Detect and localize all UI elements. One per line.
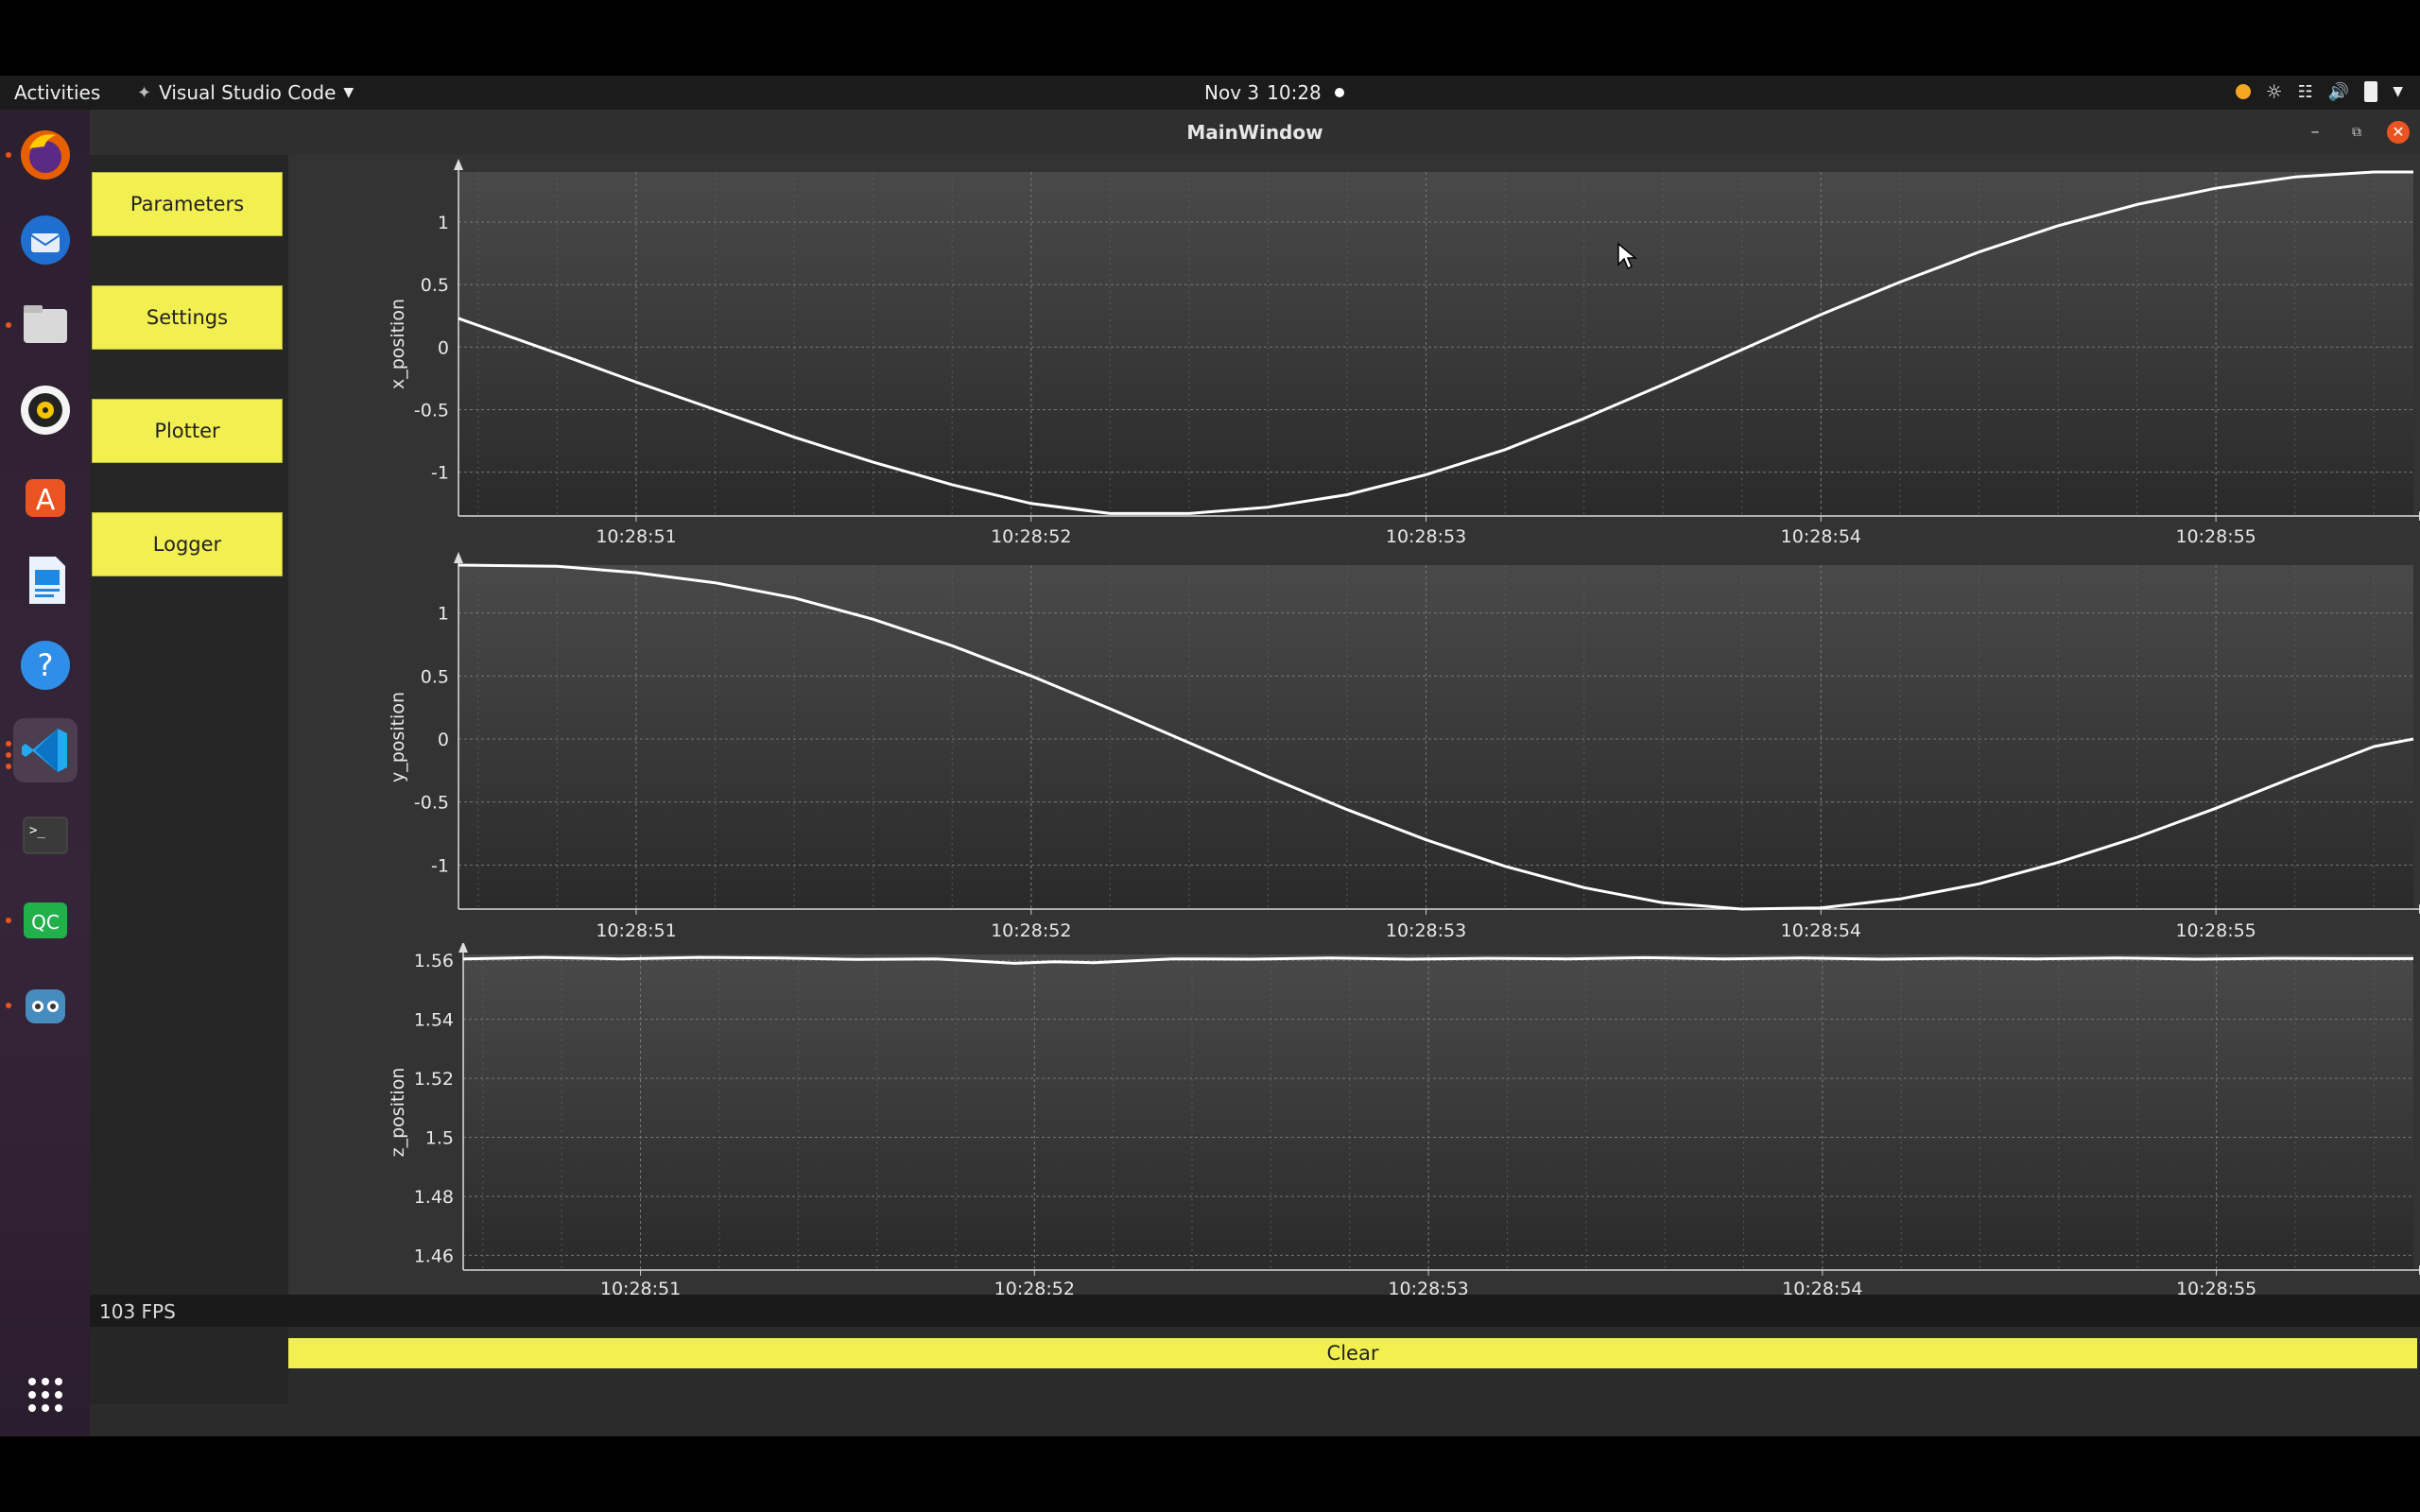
plotter-button[interactable]: Plotter bbox=[92, 399, 283, 463]
files-running-indicator bbox=[6, 322, 11, 328]
y-position-chart[interactable]: 10:28:51 10:28:52 10:28:53 10:28:54 10:28:55… bbox=[288, 548, 2420, 943]
godot-icon[interactable] bbox=[13, 973, 78, 1038]
y-tick-label: 1.5 bbox=[425, 1128, 454, 1149]
system-tray[interactable]: ☼ ☷ 🔊 ▼ bbox=[2235, 80, 2403, 103]
qc-icon[interactable]: QC bbox=[13, 888, 78, 953]
y-axis-label: y_position bbox=[388, 692, 408, 782]
maximize-icon[interactable]: ⧉ bbox=[2345, 121, 2368, 144]
minimize-icon[interactable]: – bbox=[2304, 121, 2326, 144]
x-tick-label: 10:28:52 bbox=[991, 920, 1071, 941]
main-window: MainWindow – ⧉ ✕ Parameters Settings Plo… bbox=[90, 110, 2420, 1436]
thunderbird-icon[interactable] bbox=[13, 208, 78, 272]
vscode-running-indicator-3 bbox=[6, 764, 11, 769]
terminal-icon[interactable]: >_ bbox=[13, 803, 78, 868]
parameters-button[interactable]: Parameters bbox=[92, 172, 283, 236]
y-tick-label: 1.56 bbox=[414, 951, 454, 971]
vscode-icon[interactable] bbox=[13, 718, 78, 782]
chevron-down-icon: ▼ bbox=[343, 85, 354, 100]
side-panel: Parameters Settings Plotter Logger bbox=[90, 155, 288, 1404]
top-bar: Activities ✦ Visual Studio Code ▼ Nov 3 … bbox=[0, 76, 2420, 110]
y-tick-label: 1 bbox=[438, 604, 449, 625]
status-bar: 103 FPS bbox=[90, 1295, 2420, 1327]
brightness-icon[interactable]: ☼ bbox=[2266, 80, 2283, 103]
x-position-chart[interactable]: 10:28:51 10:28:52 10:28:53 10:28:54 10:28:55… bbox=[288, 155, 2420, 548]
clock-time: 10:28 bbox=[1267, 81, 1322, 104]
rhythmbox-icon[interactable] bbox=[13, 378, 78, 442]
network-icon[interactable]: ☷ bbox=[2298, 82, 2313, 102]
x-tick-label: 10:28:53 bbox=[1386, 920, 1466, 941]
update-indicator-icon[interactable] bbox=[2235, 84, 2251, 99]
qc-running-indicator bbox=[6, 918, 11, 923]
x-tick-label: 10:28:53 bbox=[1386, 526, 1466, 547]
help-icon[interactable]: ? bbox=[13, 633, 78, 697]
plot-background bbox=[458, 565, 2413, 909]
plot-area: 10:28:51 10:28:52 10:28:53 10:28:54 10:28:55… bbox=[288, 155, 2420, 1327]
firefox-icon[interactable] bbox=[13, 123, 78, 187]
mouse-cursor-icon bbox=[1617, 242, 1637, 270]
software-icon[interactable]: A bbox=[13, 463, 78, 527]
x-tick-label: 10:28:51 bbox=[596, 526, 676, 547]
clear-button[interactable]: Clear bbox=[288, 1338, 2417, 1368]
y-tick-label: 0 bbox=[438, 730, 449, 750]
clock-date: Nov 3 bbox=[1204, 81, 1260, 104]
vscode-running-indicator bbox=[6, 741, 11, 747]
plot-background bbox=[458, 172, 2413, 516]
show-apps-grid-icon[interactable] bbox=[13, 1363, 78, 1427]
y-tick-label: 1 bbox=[438, 213, 449, 233]
y-tick-label: 1.46 bbox=[414, 1246, 454, 1266]
volume-icon[interactable]: 🔊 bbox=[2328, 82, 2349, 102]
x-tick-label: 10:28:55 bbox=[2175, 526, 2256, 547]
logger-button[interactable]: Logger bbox=[92, 512, 283, 576]
svg-text:>_: >_ bbox=[29, 823, 45, 838]
y-tick-label: 0 bbox=[438, 337, 449, 358]
battery-icon[interactable] bbox=[2364, 81, 2378, 102]
y-tick-label: -0.5 bbox=[414, 793, 449, 814]
y-tick-label: 0.5 bbox=[421, 666, 449, 687]
activities-button[interactable]: Activities bbox=[14, 81, 100, 104]
firefox-running-indicator bbox=[6, 152, 11, 158]
notification-dot bbox=[1334, 88, 1344, 97]
y-tick-label: -1 bbox=[431, 855, 449, 876]
y-tick-label: -0.5 bbox=[414, 400, 449, 421]
files-icon[interactable] bbox=[13, 293, 78, 357]
window-titlebar[interactable]: MainWindow – ⧉ ✕ bbox=[90, 110, 2420, 156]
x-tick-label: 10:28:54 bbox=[1781, 526, 1861, 547]
godot-running-indicator bbox=[6, 1003, 11, 1008]
svg-text:?: ? bbox=[38, 647, 54, 683]
y-axis-label: z_position bbox=[388, 1068, 408, 1158]
x-tick-label: 10:28:55 bbox=[2175, 920, 2256, 941]
vscode-small-icon: ✦ bbox=[137, 82, 152, 103]
y-axis-label: x_position bbox=[388, 299, 408, 389]
y-tick-label: 1.52 bbox=[414, 1069, 454, 1090]
system-menu-chevron-icon[interactable]: ▼ bbox=[2393, 84, 2403, 99]
svg-text:A: A bbox=[36, 484, 56, 517]
x-tick-label: 10:28:54 bbox=[1781, 920, 1861, 941]
y-tick-label: 0.5 bbox=[421, 275, 449, 296]
x-tick-label: 10:28:52 bbox=[991, 526, 1071, 547]
window-title: MainWindow bbox=[1186, 121, 1323, 144]
dock: A ? >_ QC bbox=[0, 110, 90, 1436]
vscode-running-indicator-2 bbox=[6, 752, 11, 758]
x-tick-label: 10:28:51 bbox=[596, 920, 676, 941]
z-position-chart[interactable]: 10:28:51 10:28:52 10:28:53 10:28:54 10:28:55… bbox=[288, 943, 2420, 1327]
settings-button[interactable]: Settings bbox=[92, 285, 283, 350]
y-tick-label: 1.54 bbox=[414, 1010, 454, 1031]
plot-background bbox=[463, 954, 2413, 1270]
app-menu[interactable]: ✦ Visual Studio Code ▼ bbox=[137, 81, 354, 104]
svg-text:QC: QC bbox=[31, 911, 60, 934]
app-menu-label: Visual Studio Code bbox=[159, 81, 337, 104]
close-icon[interactable]: ✕ bbox=[2387, 121, 2410, 144]
y-tick-label: 1.48 bbox=[414, 1187, 454, 1208]
clock[interactable]: Nov 3 10:28 bbox=[1204, 81, 1344, 104]
fps-readout: 103 FPS bbox=[99, 1300, 176, 1323]
y-tick-label: -1 bbox=[431, 463, 449, 484]
writer-icon[interactable] bbox=[13, 548, 78, 612]
